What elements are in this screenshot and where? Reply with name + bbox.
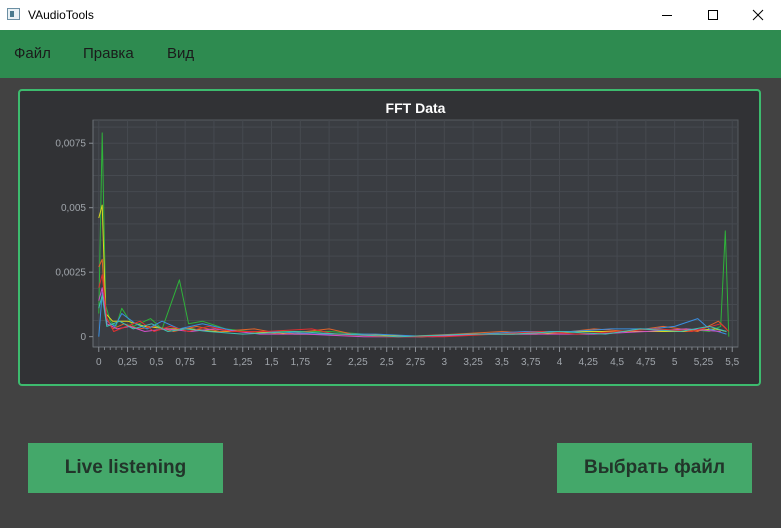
x-tick-label: 2,5	[380, 357, 394, 368]
x-tick-label: 2,25	[348, 357, 368, 368]
y-tick-label: 0,005	[61, 203, 86, 214]
x-tick-label: 5,25	[694, 357, 714, 368]
window-title: VAudioTools	[28, 8, 94, 22]
maximize-icon	[708, 10, 718, 20]
x-tick-label: 5,5	[725, 357, 739, 368]
fft-chart-panel: 0 0,0025 0,005 0,0075 0 0,25 0,5 0,75 1 1,25 1,5 1,…	[18, 89, 761, 386]
live-listening-button[interactable]: Live listening	[28, 443, 223, 493]
x-tick-label: 3,25	[463, 357, 483, 368]
y-tick-label: 0	[80, 332, 86, 343]
minimize-button-visible[interactable]	[644, 0, 690, 30]
x-tick-label: 2,75	[406, 357, 426, 368]
close-button[interactable]	[735, 0, 781, 30]
y-tick-label: 0,0075	[55, 139, 86, 150]
x-tick-label: 3	[442, 357, 448, 368]
x-tick-label: 1,25	[233, 357, 253, 368]
close-icon	[752, 9, 764, 21]
menu-item-file[interactable]: Файл	[14, 45, 51, 62]
x-tick-label: 1,5	[265, 357, 279, 368]
x-tick-label: 0,25	[118, 357, 138, 368]
menu-item-view[interactable]: Вид	[167, 45, 194, 62]
x-tick-label: 0	[96, 357, 102, 368]
x-tick-label: 4,75	[636, 357, 656, 368]
x-tick-label: 1,75	[291, 357, 311, 368]
fft-chart: 0 0,0025 0,005 0,0075 0 0,25 0,5 0,75 1 1,25 1,5 1,…	[55, 100, 739, 368]
x-tick-label: 1	[211, 357, 217, 368]
minimize-icon	[662, 15, 672, 16]
menu-item-edit[interactable]: Правка	[83, 45, 134, 62]
x-tick-label: 2	[326, 357, 332, 368]
x-tick-label: 4,25	[579, 357, 599, 368]
menu-bar: Файл Правка Вид	[0, 30, 781, 78]
x-tick-label: 5	[672, 357, 678, 368]
maximize-button[interactable]	[690, 0, 736, 30]
choose-file-button[interactable]: Выбрать файл	[557, 443, 752, 493]
x-tick-label: 3,75	[521, 357, 541, 368]
x-tick-label: 4,5	[610, 357, 624, 368]
x-tick-label: 0,5	[149, 357, 163, 368]
chart-title: FFT Data	[386, 100, 446, 116]
app-icon	[7, 8, 20, 20]
x-tick-label: 4	[557, 357, 563, 368]
x-tick-label: 3,5	[495, 357, 509, 368]
x-tick-label: 0,75	[175, 357, 195, 368]
y-tick-label: 0,0025	[55, 268, 86, 279]
